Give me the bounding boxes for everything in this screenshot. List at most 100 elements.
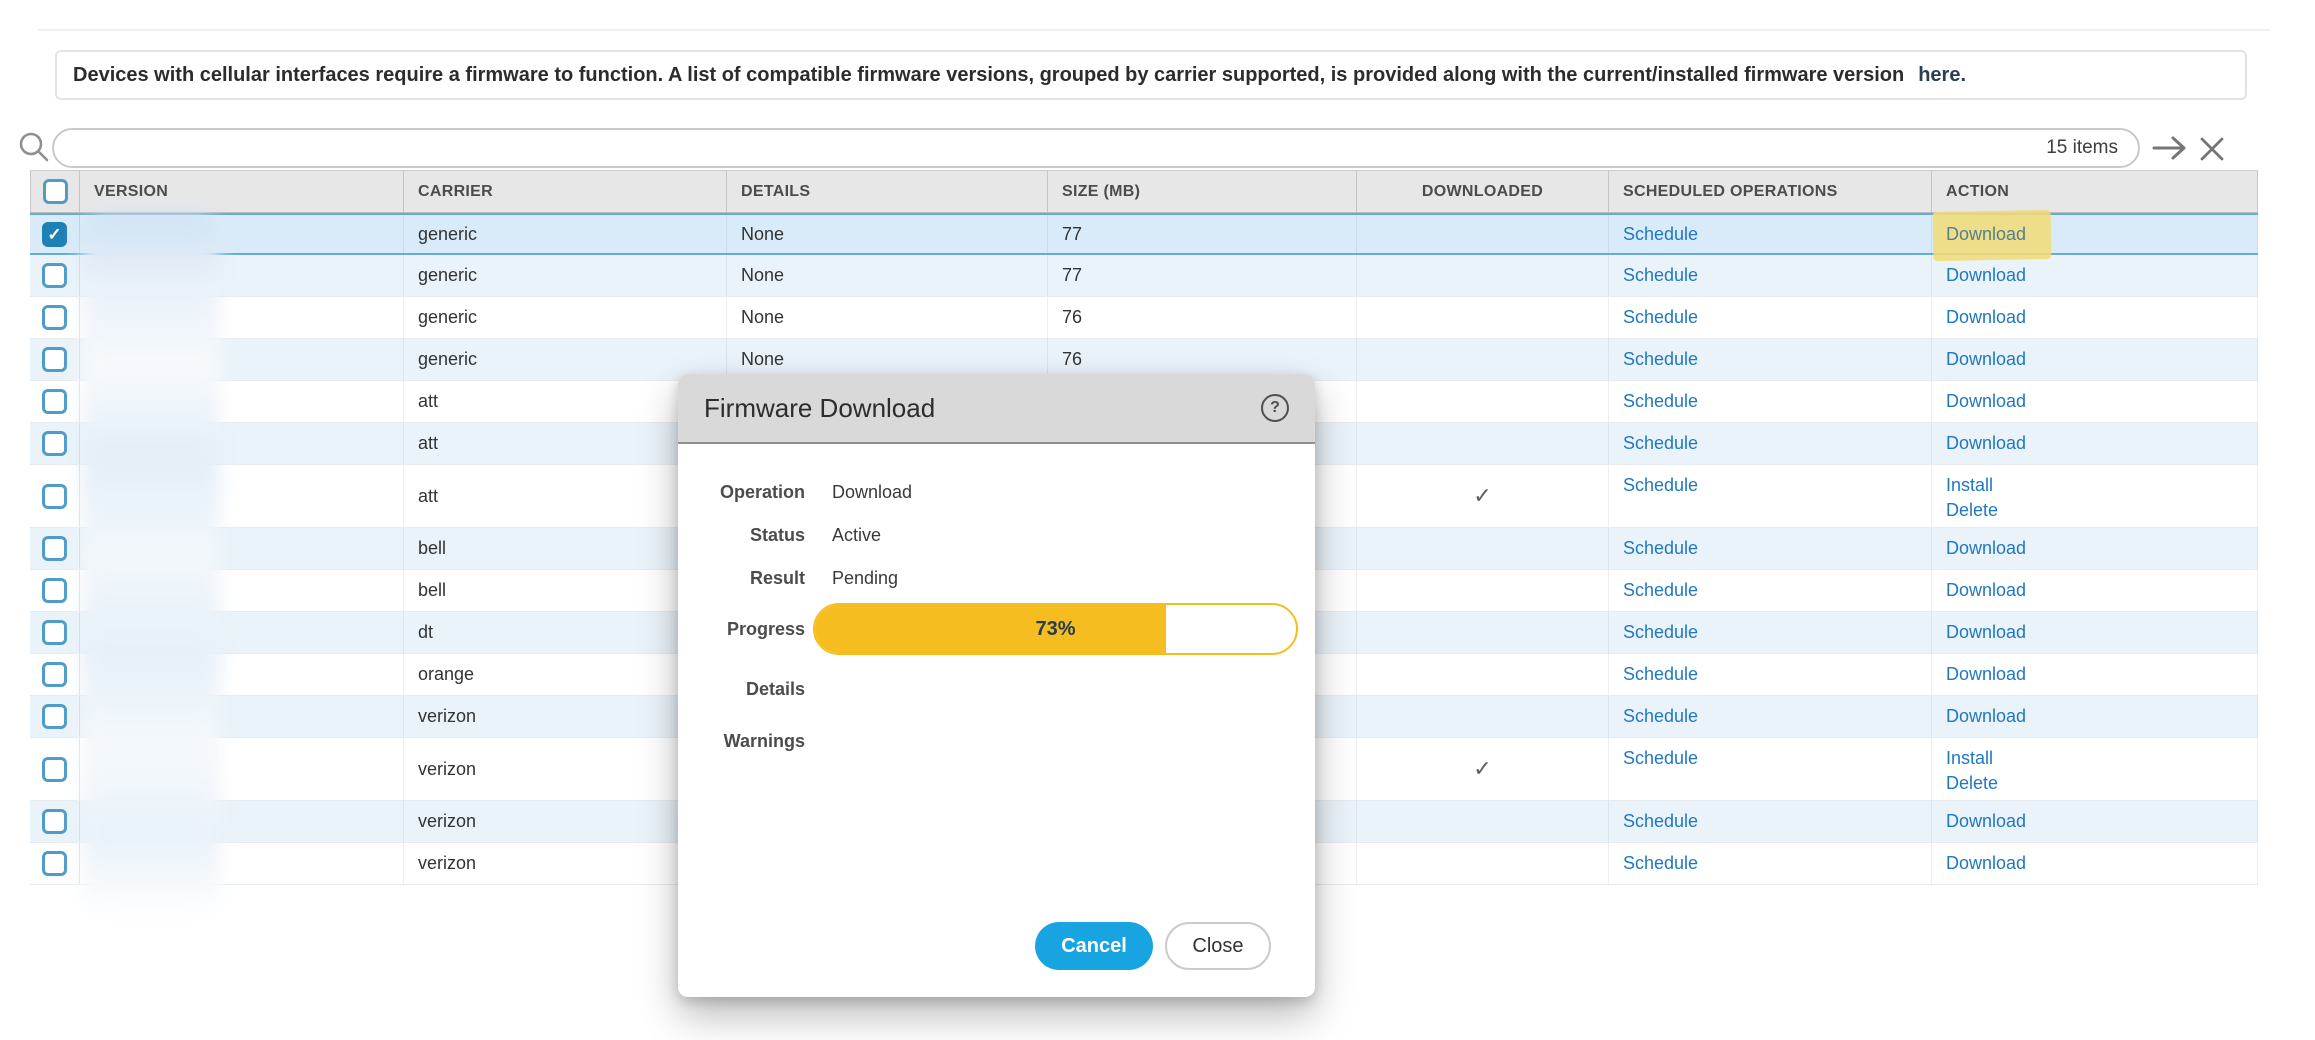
row-checkbox-cell[interactable] <box>30 255 80 296</box>
row-checkbox[interactable] <box>42 347 67 372</box>
table-row[interactable]: genericNone76ScheduleDownload <box>30 297 2258 339</box>
info-banner: Devices with cellular interfaces require… <box>55 50 2247 100</box>
row-checkbox-cell[interactable]: ✓ <box>30 215 80 253</box>
action-link[interactable]: Download <box>1946 537 2026 560</box>
schedule-link[interactable]: Schedule <box>1623 852 1698 875</box>
row-checkbox[interactable] <box>42 809 67 834</box>
column-header-downloaded[interactable]: DOWNLOADED <box>1357 171 1609 212</box>
action-link[interactable]: Install <box>1946 747 1993 770</box>
scheduled-operations-cell: Schedule <box>1609 696 1932 737</box>
search-clear-icon[interactable] <box>2198 135 2226 163</box>
select-all-checkbox-cell[interactable] <box>30 171 80 212</box>
downloaded-cell <box>1357 654 1609 695</box>
row-checkbox-cell[interactable] <box>30 297 80 338</box>
version-cell <box>80 654 404 695</box>
cancel-button[interactable]: Cancel <box>1035 922 1153 970</box>
downloaded-cell <box>1357 843 1609 884</box>
schedule-link[interactable]: Schedule <box>1623 264 1698 287</box>
status-label: Status <box>678 525 805 546</box>
schedule-link[interactable]: Schedule <box>1623 705 1698 728</box>
action-link[interactable]: Download <box>1946 223 2026 246</box>
schedule-link[interactable]: Schedule <box>1623 474 1698 497</box>
schedule-link[interactable]: Schedule <box>1623 348 1698 371</box>
schedule-link[interactable]: Schedule <box>1623 621 1698 644</box>
action-link[interactable]: Download <box>1946 810 2026 833</box>
action-link[interactable]: Install <box>1946 474 1993 497</box>
scheduled-operations-cell: Schedule <box>1609 423 1932 464</box>
search-icon[interactable] <box>16 129 52 165</box>
row-checkbox-cell[interactable] <box>30 843 80 884</box>
action-link[interactable]: Download <box>1946 852 2026 875</box>
table-row[interactable]: ✓genericNone77ScheduleDownload <box>30 213 2258 255</box>
column-header-carrier[interactable]: CARRIER <box>404 171 727 212</box>
action-link[interactable]: Download <box>1946 705 2026 728</box>
schedule-link[interactable]: Schedule <box>1623 537 1698 560</box>
row-checkbox[interactable] <box>42 851 67 876</box>
version-cell <box>80 570 404 611</box>
column-header-size[interactable]: SIZE (MB) <box>1048 171 1357 212</box>
close-button[interactable]: Close <box>1165 922 1271 970</box>
row-checkbox-cell[interactable] <box>30 738 80 800</box>
row-checkbox[interactable] <box>42 263 67 288</box>
row-checkbox[interactable] <box>42 704 67 729</box>
carrier-cell: generic <box>404 297 727 338</box>
row-checkbox-cell[interactable] <box>30 570 80 611</box>
scheduled-operations-cell: Schedule <box>1609 801 1932 842</box>
schedule-link[interactable]: Schedule <box>1623 390 1698 413</box>
action-link[interactable]: Delete <box>1946 499 1998 522</box>
version-cell <box>80 465 404 527</box>
row-checkbox[interactable] <box>42 620 67 645</box>
help-icon[interactable]: ? <box>1261 394 1289 422</box>
row-checkbox[interactable] <box>42 662 67 687</box>
row-checkbox[interactable] <box>42 389 67 414</box>
schedule-link[interactable]: Schedule <box>1623 663 1698 686</box>
column-header-version[interactable]: VERSION <box>80 171 404 212</box>
action-link[interactable]: Download <box>1946 264 2026 287</box>
row-checkbox-cell[interactable] <box>30 696 80 737</box>
row-checkbox[interactable] <box>42 578 67 603</box>
action-link[interactable]: Download <box>1946 621 2026 644</box>
action-cell: Download <box>1932 339 2258 380</box>
table-row[interactable]: genericNone77ScheduleDownload <box>30 255 2258 297</box>
action-link[interactable]: Download <box>1946 306 2026 329</box>
row-checkbox-cell[interactable] <box>30 381 80 422</box>
schedule-link[interactable]: Schedule <box>1623 223 1698 246</box>
downloaded-cell <box>1357 297 1609 338</box>
action-link[interactable]: Download <box>1946 432 2026 455</box>
row-checkbox[interactable] <box>42 431 67 456</box>
version-cell <box>80 528 404 569</box>
row-checkbox-cell[interactable] <box>30 654 80 695</box>
row-checkbox-cell[interactable] <box>30 423 80 464</box>
row-checkbox-cell[interactable] <box>30 801 80 842</box>
action-link[interactable]: Download <box>1946 348 2026 371</box>
row-checkbox-cell[interactable] <box>30 528 80 569</box>
row-checkbox[interactable] <box>42 536 67 561</box>
schedule-link[interactable]: Schedule <box>1623 306 1698 329</box>
search-input[interactable]: 15 items <box>52 128 2140 168</box>
row-checkbox-cell[interactable] <box>30 339 80 380</box>
row-checkbox[interactable] <box>42 484 67 509</box>
warnings-value <box>805 731 832 752</box>
select-all-checkbox[interactable] <box>43 179 68 204</box>
row-checkbox-cell[interactable] <box>30 612 80 653</box>
row-checkbox-cell[interactable] <box>30 465 80 527</box>
downloaded-cell <box>1357 339 1609 380</box>
schedule-link[interactable]: Schedule <box>1623 747 1698 770</box>
action-link[interactable]: Delete <box>1946 772 1998 795</box>
schedule-link[interactable]: Schedule <box>1623 810 1698 833</box>
row-checkbox[interactable]: ✓ <box>42 222 67 247</box>
row-checkbox[interactable] <box>42 305 67 330</box>
version-cell <box>80 423 404 464</box>
action-link[interactable]: Download <box>1946 390 2026 413</box>
action-link[interactable]: Download <box>1946 663 2026 686</box>
row-checkbox[interactable] <box>42 757 67 782</box>
column-header-scheduled[interactable]: SCHEDULED OPERATIONS <box>1609 171 1932 212</box>
column-header-action[interactable]: ACTION <box>1932 171 2258 212</box>
schedule-link[interactable]: Schedule <box>1623 432 1698 455</box>
search-submit-arrow-icon[interactable] <box>2150 133 2192 163</box>
scheduled-operations-cell: Schedule <box>1609 738 1932 800</box>
info-banner-here-link[interactable]: here. <box>1918 64 1966 87</box>
action-link[interactable]: Download <box>1946 579 2026 602</box>
schedule-link[interactable]: Schedule <box>1623 579 1698 602</box>
column-header-details[interactable]: DETAILS <box>727 171 1048 212</box>
